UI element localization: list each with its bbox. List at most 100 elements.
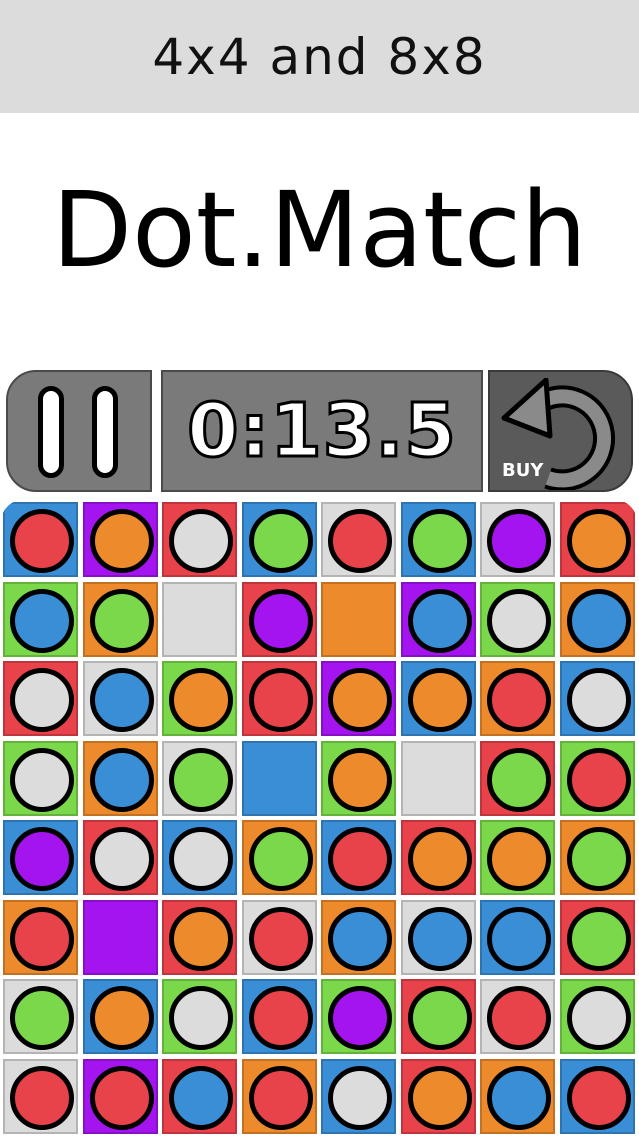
board-tile[interactable] <box>321 582 396 657</box>
dot <box>408 589 472 653</box>
board-tile[interactable] <box>480 582 555 657</box>
board-tile[interactable] <box>83 979 158 1054</box>
dot <box>249 1066 313 1130</box>
board-tile[interactable] <box>242 820 317 895</box>
board-tile[interactable] <box>480 820 555 895</box>
board-tile[interactable] <box>162 820 237 895</box>
dot <box>328 907 392 971</box>
board-tile[interactable] <box>560 661 635 736</box>
dot <box>487 668 551 732</box>
dot <box>567 986 631 1050</box>
board-tile[interactable] <box>560 1059 635 1134</box>
timer-display: 0:13.5 <box>161 370 483 492</box>
board-tile[interactable] <box>480 979 555 1054</box>
dot <box>328 986 392 1050</box>
board-tile[interactable] <box>3 979 78 1054</box>
board-tile[interactable] <box>3 820 78 895</box>
board-tile[interactable] <box>162 1059 237 1134</box>
dot <box>487 1066 551 1130</box>
board-tile[interactable] <box>83 741 158 816</box>
board-tile[interactable] <box>401 661 476 736</box>
board-tile[interactable] <box>480 741 555 816</box>
board-tile[interactable] <box>480 1059 555 1134</box>
board-tile[interactable] <box>3 900 78 975</box>
board-tile[interactable] <box>3 582 78 657</box>
dot <box>567 748 631 812</box>
dot <box>169 986 233 1050</box>
board-tile[interactable] <box>242 661 317 736</box>
dot <box>10 509 74 573</box>
board-tile[interactable] <box>242 741 317 816</box>
dot <box>10 589 74 653</box>
dot <box>408 509 472 573</box>
board-tile[interactable] <box>162 979 237 1054</box>
pause-icon <box>92 386 118 478</box>
board-tile[interactable] <box>83 582 158 657</box>
board-tile[interactable] <box>480 900 555 975</box>
dot <box>249 668 313 732</box>
board-tile[interactable] <box>83 661 158 736</box>
board-tile[interactable] <box>3 741 78 816</box>
dot <box>249 509 313 573</box>
dot <box>328 668 392 732</box>
board-tile[interactable] <box>162 900 237 975</box>
dot <box>328 748 392 812</box>
board-tile[interactable] <box>560 741 635 816</box>
board-tile[interactable] <box>321 979 396 1054</box>
dot <box>408 1066 472 1130</box>
board-tile[interactable] <box>560 502 635 577</box>
board-tile[interactable] <box>321 741 396 816</box>
board-tile[interactable] <box>321 502 396 577</box>
board-tile[interactable] <box>401 582 476 657</box>
board-tile[interactable] <box>242 900 317 975</box>
board-tile[interactable] <box>242 1059 317 1134</box>
dot <box>567 1066 631 1130</box>
board-tile[interactable] <box>242 582 317 657</box>
dot <box>90 668 154 732</box>
board-tile[interactable] <box>83 900 158 975</box>
board-tile[interactable] <box>83 820 158 895</box>
pause-button[interactable] <box>6 370 152 492</box>
dot <box>169 509 233 573</box>
board-tile[interactable] <box>321 900 396 975</box>
board-tile[interactable] <box>560 979 635 1054</box>
board-tile[interactable] <box>3 661 78 736</box>
dot <box>328 827 392 891</box>
board-tile[interactable] <box>3 1059 78 1134</box>
board-tile[interactable] <box>560 900 635 975</box>
board-tile[interactable] <box>321 1059 396 1134</box>
board-tile[interactable] <box>401 502 476 577</box>
undo-button[interactable]: BUY <box>488 370 633 492</box>
board-tile[interactable] <box>401 820 476 895</box>
board-tile[interactable] <box>162 741 237 816</box>
board-tile[interactable] <box>242 502 317 577</box>
board-tile[interactable] <box>321 820 396 895</box>
board-tile[interactable] <box>560 820 635 895</box>
board-tile[interactable] <box>560 582 635 657</box>
board-tile[interactable] <box>401 900 476 975</box>
board-tile[interactable] <box>242 979 317 1054</box>
board-tile[interactable] <box>83 1059 158 1134</box>
timer-value: 0:13.5 <box>186 387 458 476</box>
board-tile[interactable] <box>83 502 158 577</box>
board-tile[interactable] <box>480 502 555 577</box>
dot <box>567 668 631 732</box>
board-tile[interactable] <box>162 582 237 657</box>
board-tile[interactable] <box>321 661 396 736</box>
board-tile[interactable] <box>480 661 555 736</box>
dot <box>10 827 74 891</box>
dot <box>567 509 631 573</box>
dot <box>90 986 154 1050</box>
dot <box>10 1066 74 1130</box>
dot <box>487 827 551 891</box>
board-tile[interactable] <box>3 502 78 577</box>
dot <box>169 748 233 812</box>
board-tile[interactable] <box>162 661 237 736</box>
game-board <box>1 500 637 1136</box>
board-tile[interactable] <box>401 741 476 816</box>
dot <box>487 907 551 971</box>
board-tile[interactable] <box>162 502 237 577</box>
board-tile[interactable] <box>401 979 476 1054</box>
control-bar: 0:13.5 BUY <box>6 370 633 492</box>
board-tile[interactable] <box>401 1059 476 1134</box>
